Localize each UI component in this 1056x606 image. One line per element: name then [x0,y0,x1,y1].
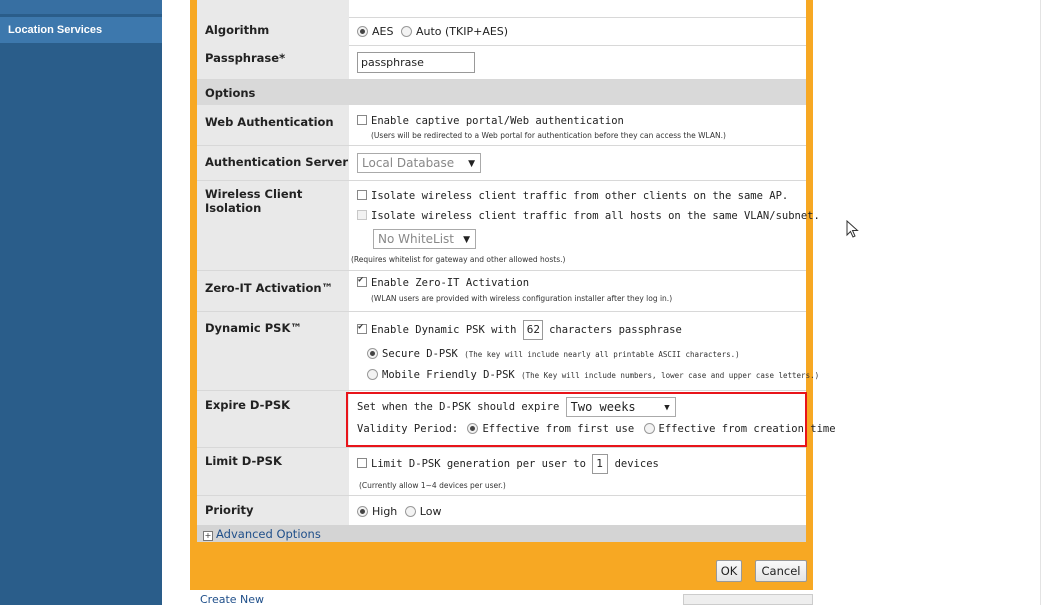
pagination-controls[interactable] [683,594,813,605]
row-value [349,0,806,17]
dpsk-mobile-radio[interactable] [367,369,378,380]
limit-dpsk-suffix: devices [614,458,659,470]
wlan-edit-panel: Algorithm AES Auto (TKIP+AES) Passphrase… [190,0,836,605]
zero-it-note: (WLAN users are provided with wireless c… [371,294,673,303]
auth-server-select[interactable]: Local Database ▼ [357,153,481,173]
expand-plus-icon: + [203,531,213,541]
limit-dpsk-input[interactable]: 1 [592,454,609,474]
dpsk-enable-prefix: Enable Dynamic PSK with [371,324,517,336]
limit-dpsk-prefix: Limit D-PSK generation per user to [371,458,586,470]
advanced-options-toggle[interactable]: + Advanced Options [197,525,806,542]
whitelist-select[interactable]: No WhiteList ▼ [373,229,476,249]
limit-dpsk-note: (Currently allow 1~4 devices per user.) [359,481,506,490]
auth-server-row: Authentication Server Local Database ▼ [197,146,806,181]
isolation-note: (Requires whitelist for gateway and othe… [351,255,566,264]
priority-row: Priority High Low [197,496,806,526]
dpsk-enable-checkbox[interactable] [357,322,367,334]
algorithm-aes-label: AES [372,25,394,38]
passphrase-label: Passphrase* [197,45,349,79]
isolate-vlan-label: Isolate wireless client traffic from all… [371,210,820,222]
dpsk-enable-suffix: characters passphrase [549,324,682,336]
client-isolation-label: Wireless Client Isolation [197,181,349,270]
web-auth-note: (Users will be redirected to a Web porta… [371,131,726,140]
dpsk-mobile-label: Mobile Friendly D-PSK [382,369,515,381]
dpsk-secure-note: (The key will include nearly all printab… [464,350,740,359]
chevron-down-icon: ▼ [468,159,475,169]
cancel-button[interactable]: Cancel [755,560,807,582]
limit-dpsk-checkbox[interactable] [357,458,367,468]
priority-high-radio[interactable] [357,506,368,517]
auth-server-value: Local Database [362,156,455,170]
dpsk-mobile-note: (The Key will include numbers, lower cas… [521,371,820,380]
algorithm-label: Algorithm [197,17,349,45]
divider [1040,0,1041,605]
spacer [162,0,190,605]
row-label [197,0,349,17]
passphrase-row: Passphrase* passphrase [197,45,806,80]
ok-button[interactable]: OK [716,560,742,582]
chevron-down-icon: ▼ [463,235,470,245]
priority-low-label: Low [419,505,442,518]
options-section-header: Options [197,80,806,105]
limit-dpsk-row: Limit D-PSK Limit D-PSK generation per u… [197,448,806,496]
web-auth-row: Web Authentication Enable captive portal… [197,105,806,146]
web-auth-checkbox-label: Enable captive portal/Web authentication [371,115,624,127]
web-auth-label: Web Authentication [197,105,349,145]
expire-dpsk-label: Expire D-PSK [197,391,349,447]
zero-it-checkbox-label: Enable Zero-IT Activation [371,277,530,289]
algorithm-auto-label: Auto (TKIP+AES) [415,25,509,38]
priority-low-radio[interactable] [404,506,416,517]
encryption-row-partial [197,0,806,18]
limit-dpsk-label: Limit D-PSK [197,448,349,495]
wlan-form: Algorithm AES Auto (TKIP+AES) Passphrase… [197,0,836,542]
zero-it-row: Zero-IT Activation™ Enable Zero-IT Activ… [197,271,806,312]
priority-label: Priority [197,496,349,525]
isolate-ap-label: Isolate wireless client traffic from oth… [371,190,789,202]
auth-server-label: Authentication Server [197,146,349,180]
client-isolation-row: Wireless Client Isolation Isolate wirele… [197,181,820,271]
dpsk-secure-radio[interactable] [367,348,378,359]
algorithm-auto-radio[interactable] [400,26,412,37]
advanced-options-label: Advanced Options [216,527,321,541]
mouse-pointer-icon [846,220,859,238]
dpsk-label: Dynamic PSK™ [197,312,349,390]
dpsk-length-input[interactable]: 62 [522,320,543,340]
dpsk-secure-label: Secure D-PSK [382,348,458,360]
priority-high-label: High [372,505,398,518]
highlight-box [346,392,807,447]
algorithm-aes-radio[interactable] [357,26,368,37]
wlan-list-footer: Create New [190,590,813,606]
create-new-link[interactable]: Create New [200,593,264,606]
isolate-ap-checkbox[interactable] [357,190,367,200]
passphrase-input[interactable]: passphrase [357,52,475,73]
web-auth-checkbox[interactable] [357,115,367,125]
sidebar-item-location-services[interactable]: Location Services [0,17,162,43]
whitelist-value: No WhiteList [378,232,455,246]
dpsk-row: Dynamic PSK™ Enable Dynamic PSK with 62 … [197,312,819,391]
zero-it-checkbox[interactable] [357,275,367,287]
sidebar-item-previous[interactable] [0,0,162,14]
zero-it-label: Zero-IT Activation™ [197,271,349,311]
isolate-vlan-checkbox[interactable] [357,210,367,220]
algorithm-row: Algorithm AES Auto (TKIP+AES) [197,17,806,46]
sidebar: Location Services [0,0,162,605]
